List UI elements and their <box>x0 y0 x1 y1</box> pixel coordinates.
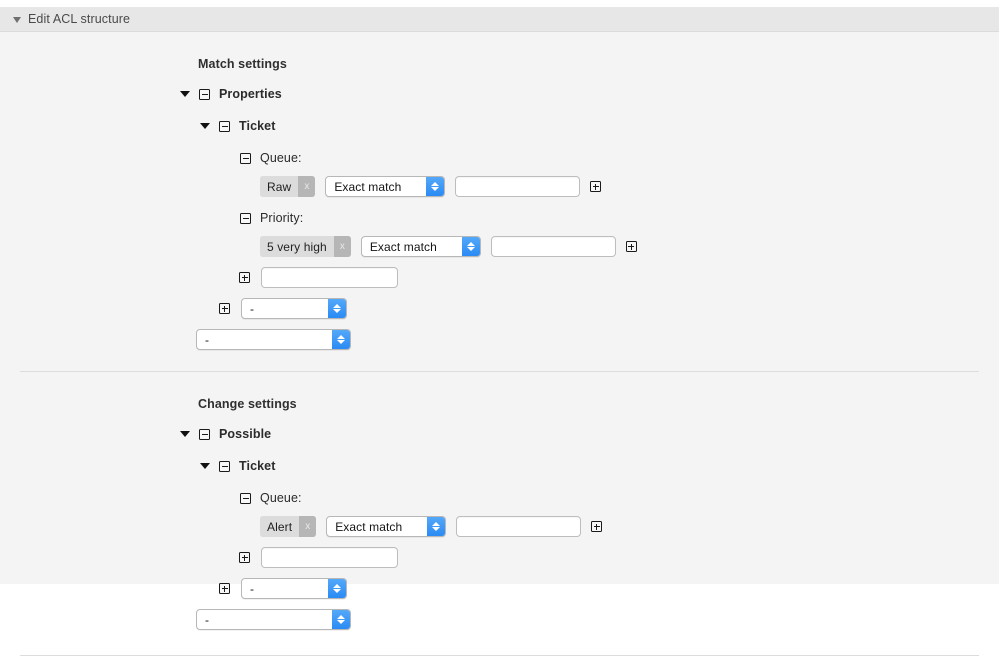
minus-box-icon[interactable] <box>199 429 210 440</box>
widget-header[interactable]: Edit ACL structure <box>0 7 999 32</box>
add-root-row: - <box>0 329 999 371</box>
value-input[interactable] <box>491 236 616 257</box>
add-root-row: - <box>0 609 999 655</box>
chip-remove-icon[interactable]: x <box>299 516 316 537</box>
chip-label: Raw <box>260 176 298 197</box>
new-root-select[interactable]: - <box>196 609 351 630</box>
new-child-select[interactable]: - <box>241 578 347 599</box>
select-value: - <box>242 302 254 316</box>
section-title-change-settings: Change settings <box>0 372 999 411</box>
value-input[interactable] <box>456 516 581 537</box>
triangle-down-icon[interactable] <box>180 431 190 437</box>
add-child-row: - <box>0 298 999 319</box>
field-header-queue[interactable]: Queue: <box>0 148 999 168</box>
add-field-row <box>0 547 999 568</box>
stepper-icon[interactable] <box>427 517 445 536</box>
plus-box-icon[interactable] <box>219 303 230 314</box>
field-value-row-queue: Alert x Exact match <box>0 516 999 537</box>
minus-box-icon[interactable] <box>219 121 230 132</box>
tree-node-label: Ticket <box>239 459 276 473</box>
plus-box-icon[interactable] <box>239 272 250 283</box>
triangle-down-icon[interactable] <box>180 91 190 97</box>
tree-node-possible[interactable]: Possible <box>0 424 999 444</box>
field-header-queue[interactable]: Queue: <box>0 488 999 508</box>
field-label: Priority: <box>260 211 303 225</box>
value-chip[interactable]: Alert x <box>260 516 316 537</box>
match-type-select[interactable]: Exact match <box>325 176 445 197</box>
match-type-select[interactable]: Exact match <box>361 236 481 257</box>
section-change-settings: Change settings Possible Ticket Queue: <box>0 372 999 655</box>
triangle-down-icon[interactable] <box>200 463 210 469</box>
tree-node-label: Ticket <box>239 119 276 133</box>
new-child-select[interactable]: - <box>241 298 347 319</box>
minus-box-icon[interactable] <box>240 213 251 224</box>
value-chip[interactable]: 5 very high x <box>260 236 351 257</box>
minus-box-icon[interactable] <box>240 493 251 504</box>
add-child-row: - <box>0 578 999 599</box>
chip-remove-icon[interactable]: x <box>298 176 315 197</box>
match-type-select[interactable]: Exact match <box>326 516 446 537</box>
select-value: - <box>197 613 209 627</box>
stepper-icon[interactable] <box>328 299 346 318</box>
widget-title: Edit ACL structure <box>28 12 130 26</box>
widget-body: Match settings Properties Ticket Queue: <box>0 32 999 656</box>
chip-label: 5 very high <box>260 236 334 257</box>
field-value-row-priority: 5 very high x Exact match <box>0 236 999 257</box>
section-match-settings: Match settings Properties Ticket Queue: <box>0 32 999 371</box>
stepper-icon[interactable] <box>426 177 444 196</box>
select-value: Exact match <box>327 520 402 534</box>
new-field-input[interactable] <box>261 267 398 288</box>
stepper-icon[interactable] <box>328 579 346 598</box>
stepper-icon[interactable] <box>462 237 480 256</box>
tree-node-label: Possible <box>219 427 271 441</box>
minus-box-icon[interactable] <box>199 89 210 100</box>
plus-box-icon[interactable] <box>219 583 230 594</box>
field-label: Queue: <box>260 151 302 165</box>
triangle-down-icon[interactable] <box>200 123 210 129</box>
new-field-input[interactable] <box>261 547 398 568</box>
minus-box-icon[interactable] <box>219 461 230 472</box>
tree-node-ticket[interactable]: Ticket <box>0 456 999 476</box>
minus-box-icon[interactable] <box>240 153 251 164</box>
chip-remove-icon[interactable]: x <box>334 236 351 257</box>
section-title-match-settings: Match settings <box>0 32 999 71</box>
tree-node-ticket[interactable]: Ticket <box>0 116 999 136</box>
field-label: Queue: <box>260 491 302 505</box>
field-header-priority[interactable]: Priority: <box>0 208 999 228</box>
new-root-select[interactable]: - <box>196 329 351 350</box>
add-field-row <box>0 267 999 288</box>
stepper-icon[interactable] <box>332 330 350 349</box>
plus-box-icon[interactable] <box>239 552 250 563</box>
plus-box-icon[interactable] <box>590 181 601 192</box>
select-value: Exact match <box>362 240 437 254</box>
select-value: - <box>197 333 209 347</box>
value-input[interactable] <box>455 176 580 197</box>
tree-node-properties[interactable]: Properties <box>0 84 999 104</box>
plus-box-icon[interactable] <box>626 241 637 252</box>
edit-acl-structure-widget: Edit ACL structure Match settings Proper… <box>0 7 999 584</box>
tree-node-label: Properties <box>219 87 282 101</box>
triangle-down-icon[interactable] <box>13 17 21 23</box>
value-chip[interactable]: Raw x <box>260 176 315 197</box>
plus-box-icon[interactable] <box>591 521 602 532</box>
chip-label: Alert <box>260 516 299 537</box>
select-value: Exact match <box>326 180 401 194</box>
field-value-row-queue: Raw x Exact match <box>0 176 999 197</box>
stepper-icon[interactable] <box>332 610 350 629</box>
